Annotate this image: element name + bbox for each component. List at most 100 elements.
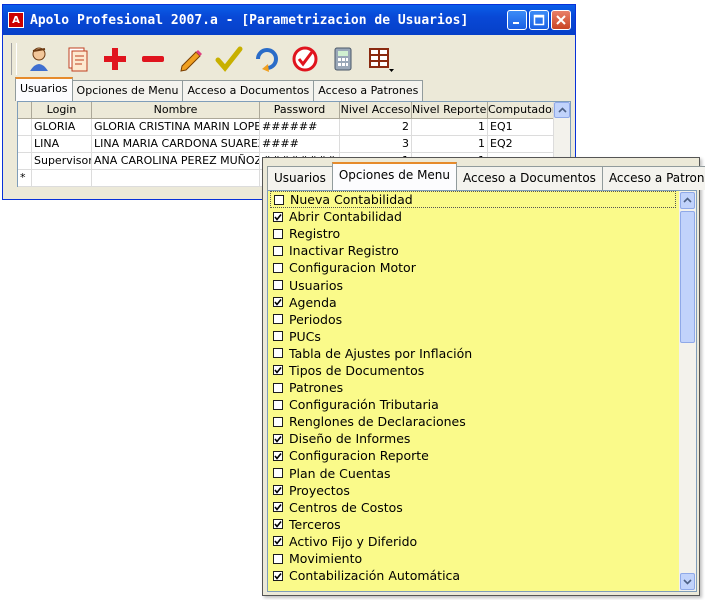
menu-option-item[interactable]: Centros de Costos [270,499,676,516]
menu-option-item[interactable]: Configuracion Motor [270,259,676,276]
checkbox-checked[interactable] [273,211,283,222]
copy-document-button[interactable] [61,43,93,75]
tab-acceso-a-documentos[interactable]: Acceso a Documentos [456,166,603,190]
checkbox-checked[interactable] [273,519,283,530]
cell-login[interactable]: GLORIA [32,119,92,136]
checkbox-unchecked[interactable] [273,399,283,410]
checkbox-checked[interactable] [273,536,283,547]
checkbox-unchecked[interactable] [273,331,283,342]
minimize-button[interactable] [507,10,527,30]
menu-option-item[interactable]: Patrones [270,379,676,396]
checkbox-unchecked[interactable] [273,468,283,479]
cell-login[interactable]: Supervisor [32,153,92,170]
checkbox-checked[interactable] [273,297,283,308]
checkbox-unchecked[interactable] [273,262,283,273]
cell-nombre[interactable]: LINA MARIA CARDONA SUAREZ [92,136,260,153]
menu-option-item[interactable]: Tabla de Ajustes por Inflación [270,345,676,362]
scroll-up-button[interactable] [680,192,695,209]
title-bar[interactable]: A Apolo Profesional 2007.a - [Parametriz… [3,5,575,35]
scroll-down-button[interactable] [680,573,695,590]
tab-opciones-de-menu[interactable]: Opciones de Menu [331,162,458,190]
menu-option-item[interactable]: Activo Fijo y Diferido [270,533,676,550]
checkbox-unchecked[interactable] [273,280,283,291]
menu-option-item[interactable]: Nueva Contabilidad [270,191,676,209]
tab-acceso-a-patrones[interactable]: Acceso a Patrones [313,80,424,101]
table-row[interactable]: GLORIA GLORIA CRISTINA MARIN LOPEZ #####… [18,119,556,136]
maximize-button[interactable] [529,10,549,30]
cell-nivel-reportes[interactable]: 1 [412,119,488,136]
menu-option-item[interactable]: Diseño de Informes [270,430,676,447]
menu-option-item[interactable]: Plan de Cuentas [270,465,676,482]
cell-login[interactable] [32,170,92,187]
tab-usuarios[interactable]: Usuarios [267,166,333,190]
column-header-login[interactable]: Login [32,102,92,119]
menu-option-item[interactable]: Contabilización Automática [270,567,676,584]
tab-usuarios[interactable]: Usuarios [15,77,73,101]
scroll-up-button[interactable] [554,102,570,118]
checkbox-checked[interactable] [273,485,283,496]
column-header-password[interactable]: Password [260,102,340,119]
table-row[interactable]: LINA LINA MARIA CARDONA SUAREZ #### 3 1 … [18,136,556,153]
checkbox-unchecked[interactable] [273,314,283,325]
checkbox-unchecked[interactable] [274,194,284,205]
refresh-button[interactable] [251,43,283,75]
menu-options-list[interactable]: Nueva Contabilidad Abrir Contabilidad Regi… [267,190,697,592]
list-scrollbar[interactable] [679,191,696,591]
cell-password[interactable]: ###### [260,119,340,136]
menu-option-item[interactable]: Renglones de Declaraciones [270,413,676,430]
tab-acceso-a-documentos[interactable]: Acceso a Documentos [182,80,315,101]
cell-password[interactable]: #### [260,136,340,153]
checkbox-unchecked[interactable] [273,228,283,239]
menu-option-label: Configuracion Motor [289,260,416,276]
checkbox-unchecked[interactable] [273,553,283,564]
calculator-button[interactable] [327,43,359,75]
column-header-nombre[interactable]: Nombre [92,102,260,119]
remove-button[interactable] [137,43,169,75]
cell-nivel-acceso[interactable]: 3 [340,136,412,153]
add-button[interactable] [99,43,131,75]
menu-option-item[interactable]: Inactivar Registro [270,242,676,259]
checkbox-unchecked[interactable] [273,348,283,359]
menu-option-item[interactable]: Abrir Contabilidad [270,208,676,225]
menu-option-item[interactable]: PUCs [270,328,676,345]
checkbox-checked[interactable] [273,570,283,581]
tab-opciones-de-menu[interactable]: Opciones de Menu [71,80,184,101]
checkbox-unchecked[interactable] [273,245,283,256]
menu-option-item[interactable]: Proyectos [270,482,676,499]
menu-option-item[interactable]: Periodos [270,311,676,328]
menu-option-item[interactable]: Terceros [270,516,676,533]
checkbox-checked[interactable] [273,450,283,461]
cell-nivel-acceso[interactable]: 2 [340,119,412,136]
user-button[interactable] [23,43,55,75]
edit-button[interactable] [175,43,207,75]
menu-option-item[interactable]: Tipos de Documentos [270,362,676,379]
grid-menu-button[interactable] [365,43,397,75]
cell-computador[interactable]: EQ2 [488,136,556,153]
close-button[interactable] [551,10,571,30]
menu-option-item[interactable]: Usuarios [270,276,676,293]
menu-option-item[interactable]: Movimiento [270,550,676,567]
cell-nombre[interactable]: GLORIA CRISTINA MARIN LOPEZ [92,119,260,136]
cell-nombre[interactable]: ANA CAROLINA PEREZ MUÑOZ [92,153,260,170]
cell-nivel-reportes[interactable]: 1 [412,136,488,153]
menu-option-item[interactable]: Registro [270,225,676,242]
column-header-nivel-acceso[interactable]: Nivel Acceso [340,102,412,119]
checkbox-checked[interactable] [273,433,283,444]
column-header-nivel-reportes[interactable]: Nivel Reportes [412,102,488,119]
cell-computador[interactable]: EQ1 [488,119,556,136]
checkbox-checked[interactable] [273,502,283,513]
cancel-button[interactable] [289,43,321,75]
app-icon[interactable]: A [8,12,24,28]
checkbox-unchecked[interactable] [273,382,283,393]
checkbox-checked[interactable] [273,365,283,376]
column-header-computador[interactable]: Computador [488,102,556,119]
cell-nombre[interactable] [92,170,260,187]
menu-option-item[interactable]: Configuración Tributaria [270,396,676,413]
tab-acceso-a-patrones[interactable]: Acceso a Patrones [601,166,705,190]
scroll-thumb[interactable] [680,211,695,343]
cell-login[interactable]: LINA [32,136,92,153]
accept-button[interactable] [213,43,245,75]
menu-option-item[interactable]: Agenda [270,294,676,311]
menu-option-item[interactable]: Configuracion Reporte [270,447,676,464]
checkbox-unchecked[interactable] [273,416,283,427]
